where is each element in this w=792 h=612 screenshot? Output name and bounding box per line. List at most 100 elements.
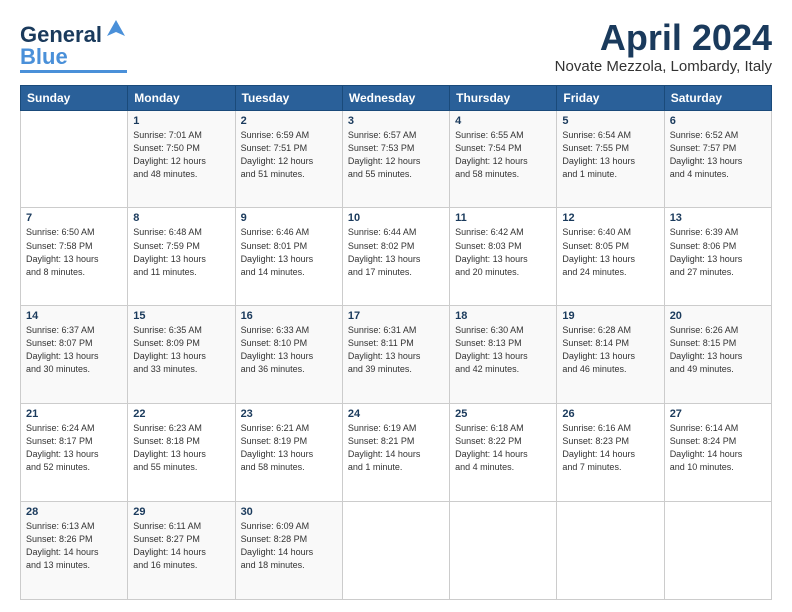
- day-number: 27: [670, 408, 766, 420]
- calendar-cell: 10 Sunrise: 6:44 AMSunset: 8:02 PMDayligh…: [342, 208, 449, 306]
- logo: General Blue: [20, 18, 127, 73]
- day-info: Sunrise: 6:48 AMSunset: 7:59 PMDaylight:…: [133, 226, 229, 278]
- logo-underline: [20, 70, 127, 73]
- day-info: Sunrise: 6:31 AMSunset: 8:11 PMDaylight:…: [348, 324, 444, 376]
- day-number: 21: [26, 408, 122, 420]
- day-info: Sunrise: 7:01 AMSunset: 7:50 PMDaylight:…: [133, 129, 229, 181]
- calendar-cell: 15 Sunrise: 6:35 AMSunset: 8:09 PMDayligh…: [128, 306, 235, 404]
- day-number: 29: [133, 506, 229, 518]
- day-info: Sunrise: 6:16 AMSunset: 8:23 PMDaylight:…: [562, 422, 658, 474]
- column-header-wednesday: Wednesday: [342, 85, 449, 110]
- day-number: 18: [455, 310, 551, 322]
- day-info: Sunrise: 6:24 AMSunset: 8:17 PMDaylight:…: [26, 422, 122, 474]
- calendar-cell: [450, 502, 557, 600]
- calendar-cell: 11 Sunrise: 6:42 AMSunset: 8:03 PMDayligh…: [450, 208, 557, 306]
- calendar-cell: 23 Sunrise: 6:21 AMSunset: 8:19 PMDayligh…: [235, 404, 342, 502]
- calendar-cell: 14Sunrise: 6:37 AMSunset: 8:07 PMDayligh…: [21, 306, 128, 404]
- day-info: Sunrise: 6:13 AMSunset: 8:26 PMDaylight:…: [26, 520, 122, 572]
- day-number: 28: [26, 506, 122, 518]
- calendar-cell: 27 Sunrise: 6:14 AMSunset: 8:24 PMDayligh…: [664, 404, 771, 502]
- day-number: 6: [670, 115, 766, 127]
- day-number: 1: [133, 115, 229, 127]
- day-number: 7: [26, 212, 122, 224]
- day-number: 23: [241, 408, 337, 420]
- day-number: 11: [455, 212, 551, 224]
- calendar-cell: [664, 502, 771, 600]
- day-number: 16: [241, 310, 337, 322]
- day-info: Sunrise: 6:46 AMSunset: 8:01 PMDaylight:…: [241, 226, 337, 278]
- month-title: April 2024: [555, 18, 772, 58]
- day-number: 12: [562, 212, 658, 224]
- calendar-cell: 24Sunrise: 6:19 AMSunset: 8:21 PMDayligh…: [342, 404, 449, 502]
- day-info: Sunrise: 6:40 AMSunset: 8:05 PMDaylight:…: [562, 226, 658, 278]
- column-header-friday: Friday: [557, 85, 664, 110]
- calendar-cell: 13 Sunrise: 6:39 AMSunset: 8:06 PMDayligh…: [664, 208, 771, 306]
- calendar-cell: 26 Sunrise: 6:16 AMSunset: 8:23 PMDayligh…: [557, 404, 664, 502]
- day-info: Sunrise: 6:54 AMSunset: 7:55 PMDaylight:…: [562, 129, 658, 181]
- calendar-cell: 6Sunrise: 6:52 AMSunset: 7:57 PMDaylight…: [664, 110, 771, 208]
- calendar-table: SundayMondayTuesdayWednesdayThursdayFrid…: [20, 85, 772, 600]
- day-info: Sunrise: 6:50 AMSunset: 7:58 PMDaylight:…: [26, 226, 122, 278]
- calendar-cell: 1 Sunrise: 7:01 AMSunset: 7:50 PMDaylight…: [128, 110, 235, 208]
- day-info: Sunrise: 6:23 AMSunset: 8:18 PMDaylight:…: [133, 422, 229, 474]
- day-number: 5: [562, 115, 658, 127]
- day-number: 2: [241, 115, 337, 127]
- location-title: Novate Mezzola, Lombardy, Italy: [555, 58, 772, 75]
- calendar-cell: 28 Sunrise: 6:13 AMSunset: 8:26 PMDayligh…: [21, 502, 128, 600]
- calendar-cell: 22 Sunrise: 6:23 AMSunset: 8:18 PMDayligh…: [128, 404, 235, 502]
- day-info: Sunrise: 6:33 AMSunset: 8:10 PMDaylight:…: [241, 324, 337, 376]
- calendar-cell: 29Sunrise: 6:11 AMSunset: 8:27 PMDayligh…: [128, 502, 235, 600]
- day-number: 13: [670, 212, 766, 224]
- calendar-cell: 25 Sunrise: 6:18 AMSunset: 8:22 PMDayligh…: [450, 404, 557, 502]
- calendar-cell: 18Sunrise: 6:30 AMSunset: 8:13 PMDayligh…: [450, 306, 557, 404]
- day-number: 22: [133, 408, 229, 420]
- calendar-week-row: 21 Sunrise: 6:24 AMSunset: 8:17 PMDayligh…: [21, 404, 772, 502]
- day-number: 25: [455, 408, 551, 420]
- logo-blue: Blue: [20, 46, 68, 68]
- day-number: 30: [241, 506, 337, 518]
- page: General Blue April 2024 Novate Mezzola, …: [0, 0, 792, 612]
- day-info: Sunrise: 6:09 AMSunset: 8:28 PMDaylight:…: [241, 520, 337, 572]
- day-number: 8: [133, 212, 229, 224]
- calendar-cell: 17 Sunrise: 6:31 AMSunset: 8:11 PMDayligh…: [342, 306, 449, 404]
- calendar-cell: [342, 502, 449, 600]
- calendar-cell: 19Sunrise: 6:28 AMSunset: 8:14 PMDayligh…: [557, 306, 664, 404]
- day-info: Sunrise: 6:55 AMSunset: 7:54 PMDaylight:…: [455, 129, 551, 181]
- day-number: 15: [133, 310, 229, 322]
- day-info: Sunrise: 6:21 AMSunset: 8:19 PMDaylight:…: [241, 422, 337, 474]
- day-info: Sunrise: 6:19 AMSunset: 8:21 PMDaylight:…: [348, 422, 444, 474]
- column-header-tuesday: Tuesday: [235, 85, 342, 110]
- day-info: Sunrise: 6:35 AMSunset: 8:09 PMDaylight:…: [133, 324, 229, 376]
- calendar-cell: 12 Sunrise: 6:40 AMSunset: 8:05 PMDayligh…: [557, 208, 664, 306]
- calendar-week-row: 7 Sunrise: 6:50 AMSunset: 7:58 PMDaylight…: [21, 208, 772, 306]
- day-info: Sunrise: 6:18 AMSunset: 8:22 PMDaylight:…: [455, 422, 551, 474]
- calendar-cell: 7 Sunrise: 6:50 AMSunset: 7:58 PMDaylight…: [21, 208, 128, 306]
- day-number: 26: [562, 408, 658, 420]
- calendar-cell: 9Sunrise: 6:46 AMSunset: 8:01 PMDaylight…: [235, 208, 342, 306]
- column-header-saturday: Saturday: [664, 85, 771, 110]
- day-info: Sunrise: 6:44 AMSunset: 8:02 PMDaylight:…: [348, 226, 444, 278]
- day-number: 19: [562, 310, 658, 322]
- header: General Blue April 2024 Novate Mezzola, …: [20, 18, 772, 75]
- day-info: Sunrise: 6:39 AMSunset: 8:06 PMDaylight:…: [670, 226, 766, 278]
- calendar-header-row: SundayMondayTuesdayWednesdayThursdayFrid…: [21, 85, 772, 110]
- column-header-monday: Monday: [128, 85, 235, 110]
- calendar-week-row: 14Sunrise: 6:37 AMSunset: 8:07 PMDayligh…: [21, 306, 772, 404]
- column-header-sunday: Sunday: [21, 85, 128, 110]
- calendar-week-row: 1 Sunrise: 7:01 AMSunset: 7:50 PMDaylight…: [21, 110, 772, 208]
- calendar-cell: 4Sunrise: 6:55 AMSunset: 7:54 PMDaylight…: [450, 110, 557, 208]
- calendar-cell: 8 Sunrise: 6:48 AMSunset: 7:59 PMDaylight…: [128, 208, 235, 306]
- day-info: Sunrise: 6:42 AMSunset: 8:03 PMDaylight:…: [455, 226, 551, 278]
- logo-general: General: [20, 24, 102, 46]
- day-number: 17: [348, 310, 444, 322]
- day-number: 20: [670, 310, 766, 322]
- logo-bird-icon: [105, 18, 127, 40]
- calendar-cell: 5 Sunrise: 6:54 AMSunset: 7:55 PMDaylight…: [557, 110, 664, 208]
- day-info: Sunrise: 6:14 AMSunset: 8:24 PMDaylight:…: [670, 422, 766, 474]
- day-info: Sunrise: 6:59 AMSunset: 7:51 PMDaylight:…: [241, 129, 337, 181]
- day-number: 3: [348, 115, 444, 127]
- day-number: 14: [26, 310, 122, 322]
- day-number: 10: [348, 212, 444, 224]
- calendar-cell: 3Sunrise: 6:57 AMSunset: 7:53 PMDaylight…: [342, 110, 449, 208]
- calendar-cell: 21 Sunrise: 6:24 AMSunset: 8:17 PMDayligh…: [21, 404, 128, 502]
